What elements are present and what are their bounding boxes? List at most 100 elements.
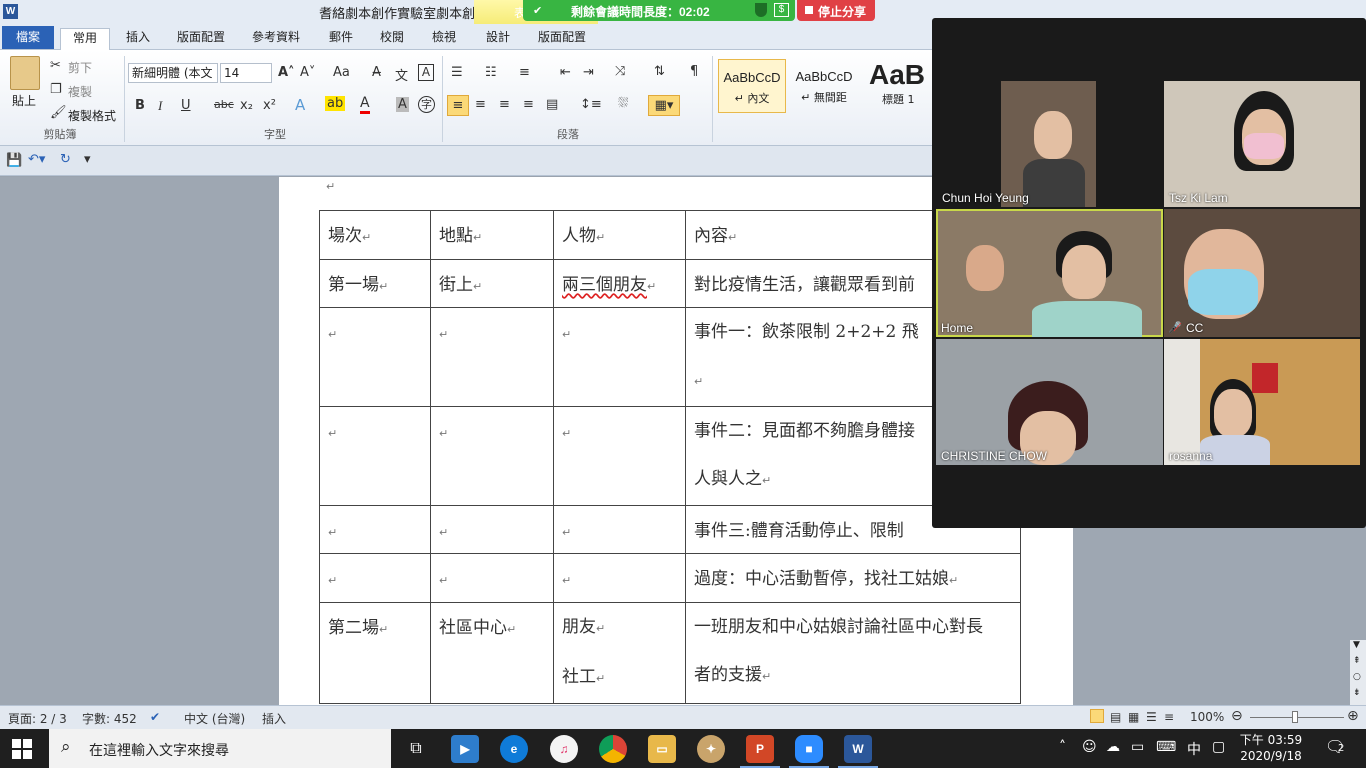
prev-page-icon[interactable]: ⇞ [1353, 656, 1361, 666]
app-icon[interactable]: ✦ [697, 735, 725, 763]
line-spacing-icon[interactable]: ↕≡ [580, 97, 602, 112]
file-explorer-icon[interactable]: ▭ [648, 735, 676, 763]
tab-review[interactable]: 校閱 [373, 28, 411, 50]
tab-mailings[interactable]: 郵件 [322, 28, 360, 50]
font-size-select[interactable]: 14 [220, 63, 272, 83]
draft-view-icon[interactable]: ≡ [1164, 710, 1174, 724]
justify-icon[interactable]: ≡ [523, 97, 534, 112]
table-cell[interactable]: ↵ [319, 553, 431, 603]
copy-button[interactable]: 複製 [68, 83, 92, 100]
style-normal[interactable]: AaBbCcD ↵ 內文 [718, 59, 786, 113]
table-cell[interactable]: ↵ [430, 307, 554, 407]
clear-format-icon[interactable]: A̶ [372, 65, 381, 80]
subscript-icon[interactable]: x₂ [240, 98, 253, 113]
table-cell[interactable]: ↵ [553, 505, 686, 554]
table-cell[interactable]: ↵ [553, 307, 686, 407]
language-indicator[interactable]: 中文 (台灣) [184, 710, 245, 727]
chrome-app-icon[interactable] [599, 735, 627, 763]
table-cell[interactable]: ↵ [430, 406, 554, 506]
character-shading-icon[interactable]: A [396, 97, 409, 112]
table-cell[interactable]: 社區中心↵ [430, 602, 554, 704]
font-name-select[interactable]: 新細明體 (本文 [128, 63, 218, 83]
align-right-icon[interactable]: ≡ [499, 97, 510, 112]
table-cell[interactable]: 朋友↵ 社工↵ [553, 602, 686, 704]
zoom-slider-thumb[interactable] [1292, 711, 1298, 723]
paste-icon[interactable] [10, 56, 40, 90]
style-heading1[interactable]: AaB 標題 1 [862, 59, 932, 113]
bullets-icon[interactable]: ☰ [451, 65, 463, 80]
table-cell[interactable]: ↵ [553, 406, 686, 506]
distributed-icon[interactable]: ▤ [546, 97, 558, 112]
table-cell[interactable]: 場次↵ [319, 210, 431, 260]
video-editor-app-icon[interactable]: ▶ [451, 735, 479, 763]
table-cell[interactable]: 第一場↵ [319, 259, 431, 308]
tab-design[interactable]: 設計 [479, 28, 517, 50]
next-page-icon[interactable]: ⇟ [1353, 688, 1361, 698]
tab-home[interactable]: 常用 [60, 28, 110, 50]
video-tile[interactable]: Home [936, 209, 1163, 337]
decrease-indent-icon[interactable]: ⇤ [560, 65, 571, 80]
zoom-level[interactable]: 100% [1190, 710, 1224, 724]
word-count[interactable]: 字數: 452 [82, 710, 137, 727]
web-layout-icon[interactable]: ▦ [1128, 710, 1139, 724]
table-cell[interactable]: 街上↵ [430, 259, 554, 308]
table-cell[interactable]: ↵ [430, 505, 554, 554]
tab-view[interactable]: 檢視 [425, 28, 463, 50]
redo-icon[interactable]: ↻ [60, 152, 71, 167]
style-no-spacing[interactable]: AaBbCcD ↵ 無間距 [790, 59, 858, 113]
table-cell[interactable]: 地點↵ [430, 210, 554, 260]
character-border-icon[interactable]: A [418, 64, 434, 81]
table-cell[interactable]: 第二場↵ [319, 602, 431, 704]
phonetic-guide-icon[interactable]: 文 [395, 65, 408, 84]
show-marks-icon[interactable]: ¶ [690, 64, 698, 79]
table-cell[interactable]: ↵ [319, 406, 431, 506]
cut-button[interactable]: 剪下 [68, 59, 92, 76]
increase-indent-icon[interactable]: ⇥ [583, 65, 594, 80]
stop-share-button[interactable]: 停止分享 [797, 0, 875, 21]
document-table[interactable]: 場次↵ 地點↵ 人物↵ 內容↵ 第一場↵ 街上↵ 兩三個朋友↵ 對比疫情生活，讓… [319, 210, 1021, 704]
edge-app-icon[interactable]: e [500, 735, 528, 763]
print-layout-icon[interactable] [1090, 709, 1104, 723]
align-left-icon[interactable]: ≡ [447, 95, 469, 116]
shrink-font-icon[interactable]: A˅ [300, 65, 315, 80]
paste-button[interactable]: 貼上 [12, 92, 36, 109]
full-screen-reading-icon[interactable]: ▤ [1110, 710, 1121, 724]
itunes-app-icon[interactable]: ♫ [550, 735, 578, 763]
text-effects-icon[interactable]: A [295, 96, 305, 114]
video-tile[interactable]: Chun Hoi Yeung [937, 81, 1165, 207]
font-color-icon[interactable]: A [360, 95, 370, 114]
zoom-out-icon[interactable]: ⊖ [1231, 708, 1243, 724]
table-cell[interactable]: ↵ [319, 307, 431, 407]
video-tile[interactable]: Tsz Ki Lam [1164, 81, 1360, 207]
text-direction-icon[interactable]: ⤨ [615, 64, 625, 79]
tab-page-layout[interactable]: 版面配置 [170, 28, 232, 50]
network-icon[interactable]: ▭ [1131, 739, 1144, 755]
highlight-icon[interactable]: ab [325, 96, 346, 111]
taskbar-search-box[interactable]: ⌕ 在這裡輸入文字來搜尋 [49, 729, 391, 768]
table-cell[interactable]: 一班朋友和中心姑娘討論社區中心對長 者的支援↵ [685, 602, 1021, 704]
proofing-icon[interactable]: ✔ [150, 710, 160, 724]
table-cell[interactable]: 過度：中心活動暫停，找社工姑娘↵ [685, 553, 1021, 603]
word-app-taskbar-icon[interactable]: W [844, 735, 872, 763]
tab-table-layout[interactable]: 版面配置 [531, 28, 593, 50]
customize-qat-icon[interactable]: ▾ [84, 152, 91, 167]
strikethrough-icon[interactable]: abc [214, 98, 234, 111]
keyboard-icon[interactable]: ⌨ [1156, 739, 1176, 755]
multilevel-list-icon[interactable]: ≡ [519, 65, 530, 80]
ime-mode-icon[interactable]: ▢ [1212, 739, 1225, 755]
borders-icon[interactable]: ▦▾ [648, 95, 680, 116]
underline-icon[interactable]: U [181, 98, 191, 113]
save-icon[interactable]: 💾 [6, 153, 22, 168]
zoom-in-icon[interactable]: ⊕ [1347, 708, 1359, 724]
scroll-down-icon[interactable]: ▼ [1353, 640, 1360, 650]
page-count[interactable]: 頁面: 2 / 3 [8, 710, 67, 727]
grow-font-icon[interactable]: A˄ [278, 65, 295, 80]
undo-icon[interactable]: ↶▾ [28, 152, 45, 167]
italic-icon[interactable]: I [158, 98, 162, 114]
video-tile[interactable]: 🎤̸ CC [1164, 209, 1360, 337]
tab-insert[interactable]: 插入 [118, 28, 158, 50]
numbering-icon[interactable]: ☷ [485, 65, 497, 80]
ime-indicator[interactable]: 中 [1187, 739, 1201, 759]
vertical-scrollbar[interactable]: ▼ ⇞ ○ ⇟ [1350, 640, 1366, 705]
insert-mode[interactable]: 插入 [262, 710, 286, 727]
